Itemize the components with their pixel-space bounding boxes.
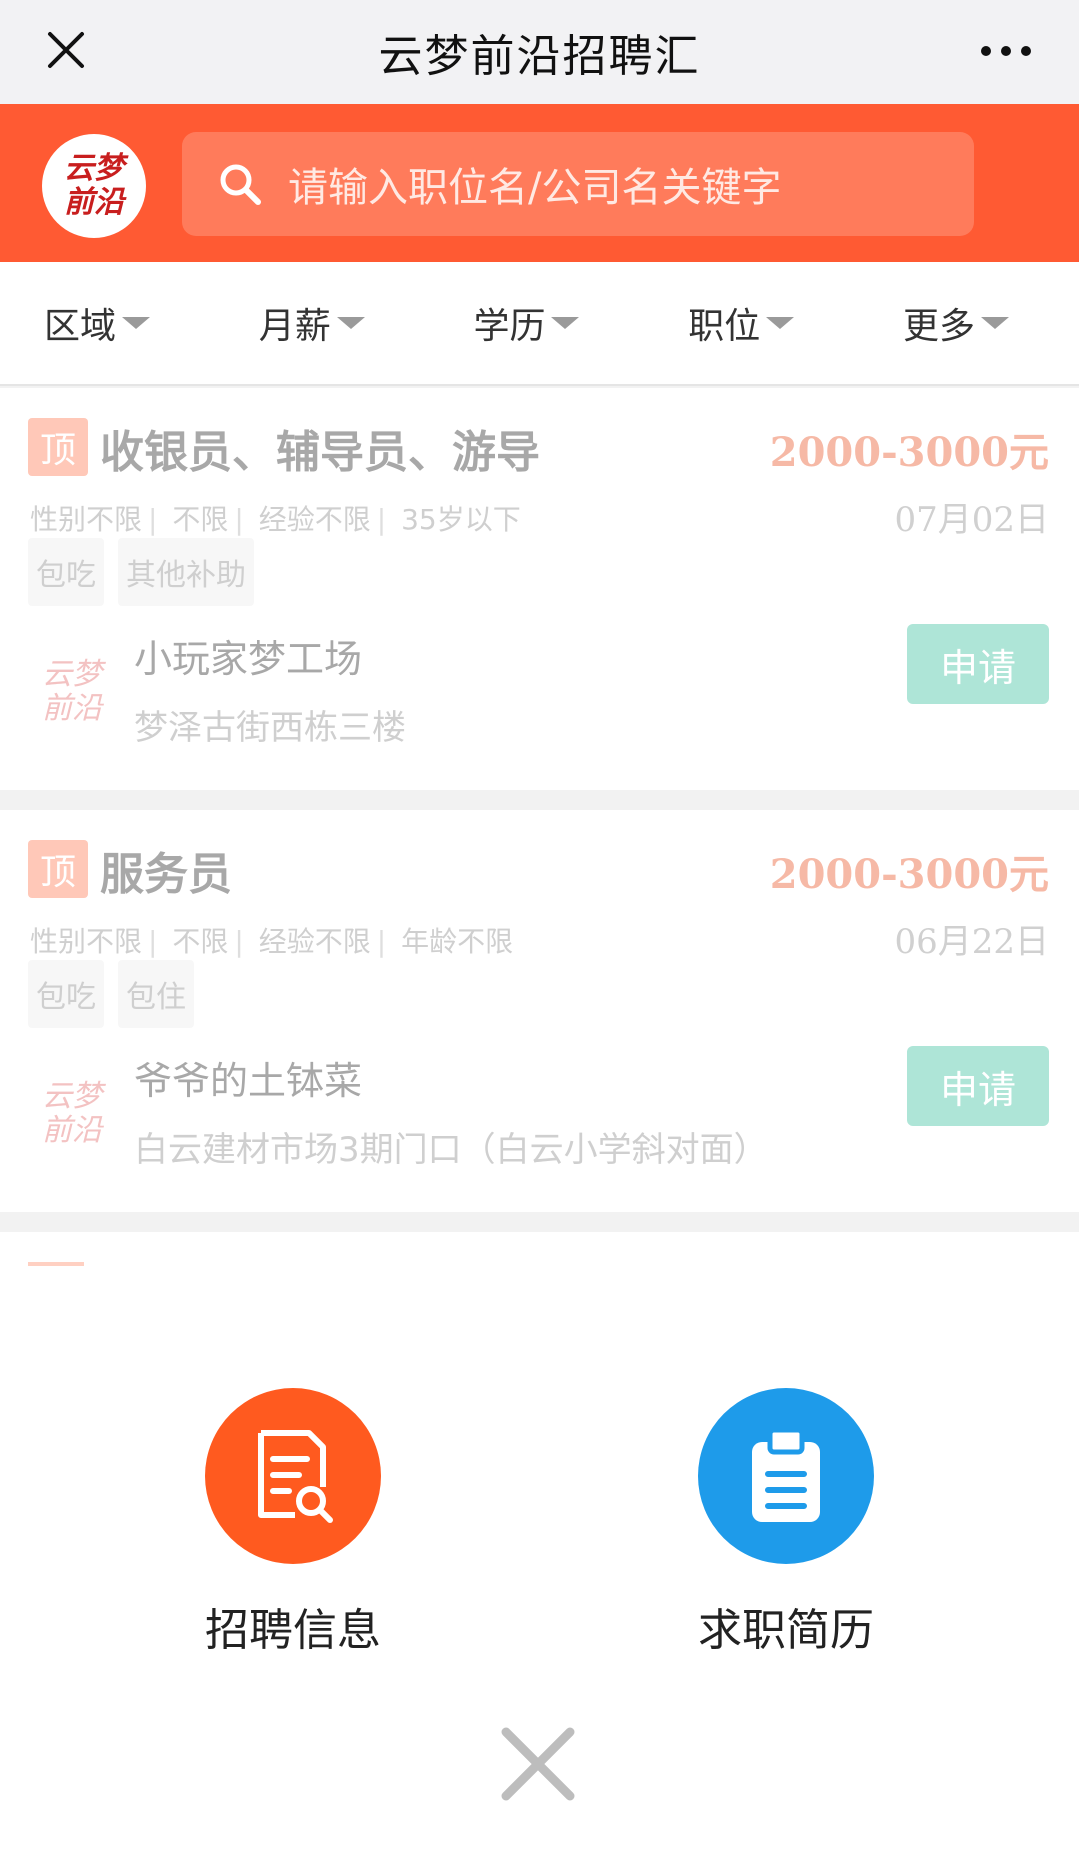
filter-region[interactable]: 区域 xyxy=(44,297,151,349)
requirement-education: 不限 xyxy=(172,925,229,958)
job-requirements: 性别不限 | 不限 | 经验不限 | 年龄不限 xyxy=(30,925,514,958)
requirement-experience: 经验不限 xyxy=(258,503,371,536)
benefit-tags: 包吃 包住 xyxy=(28,960,194,1028)
company-logo: 云梦前沿 xyxy=(42,657,102,726)
search-icon xyxy=(212,156,268,212)
filter-more[interactable]: 更多 xyxy=(903,297,1009,349)
requirement-education: 不限 xyxy=(172,503,229,536)
filter-label: 区域 xyxy=(44,306,117,347)
job-info-label: 招聘信息 xyxy=(205,1605,381,1656)
job-title: 服务员 xyxy=(100,849,232,900)
filter-education[interactable]: 学历 xyxy=(473,297,580,349)
company-name: 爷爷的土钵菜 xyxy=(134,1059,363,1103)
benefit-tag: 包吃 xyxy=(28,960,104,1028)
job-card[interactable]: 顶 收银员、辅导员、游导 2000-3000元 性别不限 | 不限 | 经验不限 | … xyxy=(0,388,1079,790)
job-requirements: 性别不限 | 不限 | 经验不限 | 35岁以下 xyxy=(30,503,521,536)
apply-button[interactable]: 申请 xyxy=(907,1046,1049,1126)
header-bar: 云梦前沿 请输入职位名/公司名关键字 xyxy=(0,104,1079,262)
filter-label: 职位 xyxy=(688,306,761,347)
caret-down-icon xyxy=(766,317,795,329)
brand-logo-text: 云梦前沿 xyxy=(64,151,124,220)
company-address: 梦泽古街西栋三楼 xyxy=(134,708,406,748)
resume-label: 求职简历 xyxy=(698,1605,874,1656)
filter-position[interactable]: 职位 xyxy=(688,297,795,349)
caret-down-icon xyxy=(551,317,580,329)
job-date: 06月22日 xyxy=(894,922,1049,962)
job-card[interactable]: 顶 服务员 2000-3000元 性别不限 | 不限 | 经验不限 | 年龄不限 06… xyxy=(0,810,1079,1212)
benefit-tag: 其他补助 xyxy=(118,538,254,606)
search-input[interactable]: 请输入职位名/公司名关键字 xyxy=(182,132,974,236)
clipboard-resume-icon[interactable] xyxy=(698,1388,874,1564)
requirement-age: 35岁以下 xyxy=(401,503,521,536)
requirement-experience: 经验不限 xyxy=(258,925,371,958)
filter-label: 月薪 xyxy=(258,306,331,347)
apply-button[interactable]: 申请 xyxy=(907,624,1049,704)
filter-bar: 区域 月薪 学历 职位 更多 xyxy=(0,262,1079,386)
search-placeholder: 请输入职位名/公司名关键字 xyxy=(288,165,782,211)
next-card-peek xyxy=(28,1262,84,1266)
app-screen: 云梦前沿招聘汇 云梦前沿 请输入职位名/公司名关键字 区域 月薪 学历 职位 更… xyxy=(0,0,1079,1855)
job-search-document-icon[interactable] xyxy=(205,1388,381,1564)
requirement-gender: 性别不限 xyxy=(30,503,143,536)
job-info-action[interactable]: 招聘信息 xyxy=(183,1388,403,1658)
close-icon[interactable] xyxy=(496,1722,580,1806)
company-name: 小玩家梦工场 xyxy=(134,637,363,681)
benefit-tag: 包住 xyxy=(118,960,194,1028)
filter-label: 更多 xyxy=(902,306,975,347)
resume-action[interactable]: 求职简历 xyxy=(676,1388,896,1658)
requirement-gender: 性别不限 xyxy=(30,925,143,958)
job-salary: 2000-3000元 xyxy=(769,429,1049,476)
filter-salary[interactable]: 月薪 xyxy=(259,297,365,349)
job-date: 07月02日 xyxy=(894,500,1049,540)
close-icon[interactable] xyxy=(38,22,94,78)
caret-down-icon xyxy=(336,317,365,329)
title-bar: 云梦前沿招聘汇 xyxy=(0,0,1079,104)
top-badge: 顶 xyxy=(28,418,88,476)
requirement-age: 年龄不限 xyxy=(401,925,514,958)
top-badge: 顶 xyxy=(28,840,88,898)
benefit-tag: 包吃 xyxy=(28,538,104,606)
benefit-tags: 包吃 其他补助 xyxy=(28,538,254,606)
caret-down-icon xyxy=(980,317,1009,329)
company-address: 白云建材市场3期门口（白云小学斜对面） xyxy=(134,1130,768,1170)
job-salary: 2000-3000元 xyxy=(769,851,1049,898)
filter-label: 学历 xyxy=(473,306,546,347)
company-logo: 云梦前沿 xyxy=(42,1079,102,1148)
job-title: 收银员、辅导员、游导 xyxy=(100,427,540,478)
page-title: 云梦前沿招聘汇 xyxy=(378,31,701,82)
caret-down-icon xyxy=(122,317,151,329)
brand-logo[interactable]: 云梦前沿 xyxy=(42,134,146,238)
more-dots-icon[interactable] xyxy=(971,26,1041,76)
